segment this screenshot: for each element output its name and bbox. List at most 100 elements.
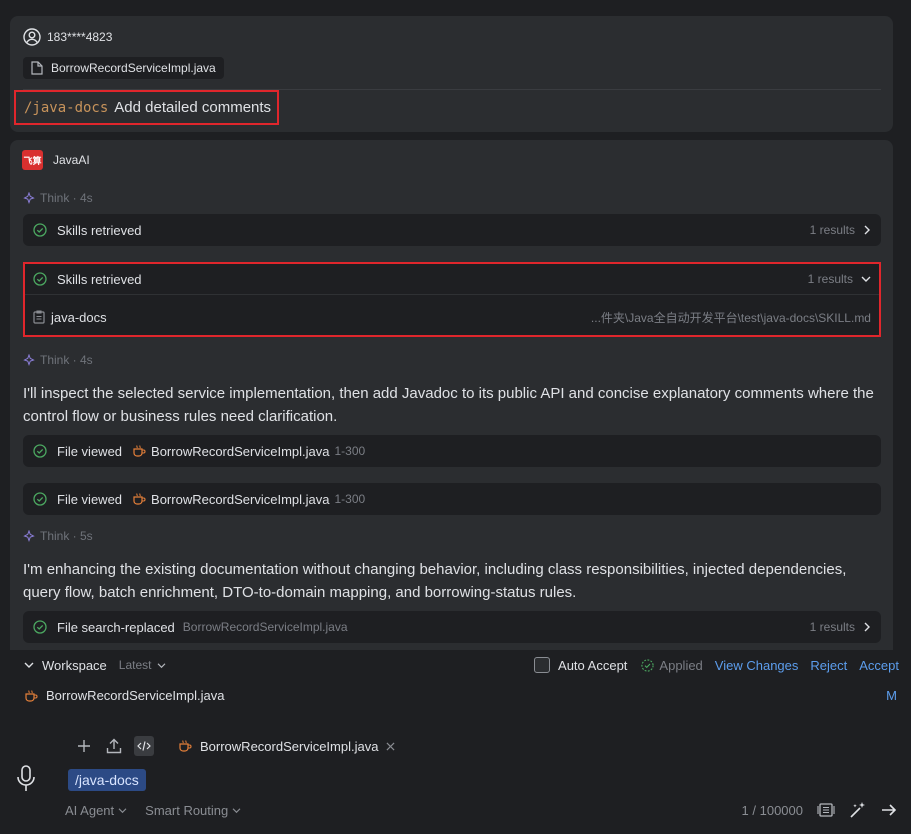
check-icon bbox=[33, 620, 47, 634]
auto-accept-toggle[interactable]: Auto Accept bbox=[534, 657, 627, 673]
file-viewed-row[interactable]: File viewed BorrowRecordServiceImpl.java… bbox=[23, 435, 881, 467]
skill-name: java-docs bbox=[51, 309, 107, 325]
ai-name: JavaAI bbox=[53, 153, 90, 167]
filter-label: Latest bbox=[118, 658, 152, 672]
ai-header: 飞算 JavaAI bbox=[22, 150, 90, 170]
java-file-icon bbox=[132, 444, 146, 458]
workspace-filter[interactable]: Latest bbox=[119, 658, 166, 672]
attached-file-chip[interactable]: BorrowRecordServiceImpl.java bbox=[23, 57, 224, 79]
reject-link[interactable]: Reject bbox=[810, 658, 847, 673]
check-icon bbox=[33, 223, 47, 237]
prompt-library-button[interactable] bbox=[817, 802, 835, 818]
slash-command-chip[interactable]: /java-docs bbox=[68, 769, 146, 791]
check-icon bbox=[33, 492, 47, 506]
action-label: File viewed bbox=[57, 491, 123, 507]
chevron-down-icon[interactable] bbox=[24, 661, 34, 669]
divider bbox=[25, 294, 879, 295]
send-button[interactable] bbox=[881, 803, 897, 817]
microphone-button[interactable] bbox=[14, 764, 38, 794]
action-label: File viewed bbox=[57, 443, 123, 459]
code-icon bbox=[137, 741, 151, 751]
upload-icon bbox=[106, 738, 122, 754]
changed-file-row[interactable]: BorrowRecordServiceImpl.java M bbox=[24, 688, 897, 703]
list-icon bbox=[817, 803, 835, 817]
skill-item[interactable]: java-docs ...件夹\Java全自动开发平台\test\java-do… bbox=[25, 300, 879, 334]
think-label: Think · 5s bbox=[40, 529, 93, 543]
file-name: BorrowRecordServiceImpl.java bbox=[151, 443, 330, 459]
file-viewed-row[interactable]: File viewed BorrowRecordServiceImpl.java… bbox=[23, 483, 881, 515]
chevron-down-icon bbox=[861, 275, 871, 283]
check-icon bbox=[641, 658, 655, 672]
skills-label: Skills retrieved bbox=[57, 222, 142, 238]
routing-dropdown[interactable]: Smart Routing bbox=[145, 803, 241, 818]
upload-button[interactable] bbox=[104, 736, 124, 756]
microphone-icon bbox=[17, 765, 35, 791]
think-indicator[interactable]: Think · 4s bbox=[23, 191, 93, 205]
skills-expanded-header[interactable]: Skills retrieved 1 results bbox=[25, 264, 879, 294]
chevron-right-icon bbox=[863, 622, 871, 632]
skills-retrieved-row[interactable]: Skills retrieved 1 results bbox=[23, 214, 881, 246]
user-info: 183****4823 bbox=[23, 28, 112, 46]
search-replace-row[interactable]: File search-replaced BorrowRecordService… bbox=[23, 611, 881, 643]
think-label: Think · 4s bbox=[40, 191, 93, 205]
attached-file-name: BorrowRecordServiceImpl.java bbox=[51, 61, 216, 75]
char-count: 1 / 100000 bbox=[741, 802, 803, 818]
chevron-right-icon bbox=[863, 225, 871, 235]
java-file-icon bbox=[24, 689, 38, 703]
enhance-prompt-button[interactable] bbox=[849, 801, 867, 819]
applied-label: Applied bbox=[659, 657, 703, 673]
plus-icon bbox=[78, 740, 90, 752]
java-file-icon bbox=[132, 492, 146, 506]
context-file-name: BorrowRecordServiceImpl.java bbox=[200, 738, 379, 754]
user-avatar-icon bbox=[23, 28, 41, 46]
java-file-icon bbox=[179, 740, 192, 752]
ai-paragraph: I'll inspect the selected service implem… bbox=[23, 385, 874, 425]
sparkle-icon bbox=[23, 354, 35, 366]
chevron-down-icon bbox=[118, 807, 127, 813]
check-icon bbox=[33, 444, 47, 458]
close-icon[interactable] bbox=[386, 741, 395, 751]
user-id: 183****4823 bbox=[47, 30, 113, 44]
chevron-down-icon bbox=[157, 662, 165, 668]
accept-link[interactable]: Accept bbox=[859, 658, 899, 673]
view-changes-link[interactable]: View Changes bbox=[715, 658, 799, 673]
sparkle-icon bbox=[23, 192, 35, 204]
user-prompt: /java-docs Add detailed comments bbox=[14, 90, 279, 125]
arrow-right-icon bbox=[882, 804, 897, 816]
think-indicator[interactable]: Think · 5s bbox=[23, 529, 93, 543]
code-context-button[interactable] bbox=[134, 736, 154, 756]
sparkle-icon bbox=[23, 530, 35, 542]
think-label: Think · 4s bbox=[40, 353, 93, 367]
document-icon bbox=[33, 310, 45, 324]
modified-badge: M bbox=[886, 688, 897, 703]
magic-wand-icon bbox=[850, 802, 865, 818]
add-context-button[interactable] bbox=[74, 736, 94, 756]
line-range: 1-300 bbox=[334, 492, 366, 506]
auto-accept-checkbox[interactable] bbox=[534, 657, 551, 673]
slash-command: /java-docs bbox=[24, 99, 109, 116]
routing-label: Smart Routing bbox=[145, 802, 229, 818]
applied-status: Applied bbox=[641, 657, 703, 673]
auto-accept-label: Auto Accept bbox=[558, 657, 628, 673]
workspace-bar: Workspace Latest Auto Accept Applied Vie… bbox=[24, 656, 899, 674]
skill-path: ...件夹\Java全自动开发平台\test\java-docs\SKILL.m… bbox=[590, 310, 871, 325]
skills-label: Skills retrieved bbox=[57, 271, 142, 287]
check-icon bbox=[33, 272, 47, 286]
workspace-title[interactable]: Workspace bbox=[42, 658, 107, 673]
action-label: File search-replaced bbox=[57, 619, 175, 635]
line-range: 1-300 bbox=[334, 444, 366, 458]
results-count: 1 results bbox=[809, 620, 855, 634]
javaai-logo-icon: 飞算 bbox=[22, 150, 43, 170]
prompt-text: Add detailed comments bbox=[114, 99, 272, 116]
changed-file-name: BorrowRecordServiceImpl.java bbox=[46, 688, 225, 703]
think-indicator[interactable]: Think · 4s bbox=[23, 353, 93, 367]
chevron-down-icon bbox=[232, 807, 241, 813]
file-name: BorrowRecordServiceImpl.java bbox=[182, 620, 348, 634]
file-icon bbox=[31, 61, 43, 75]
search-replace-row-clip: File search-replaced BorrowRecordService… bbox=[23, 611, 881, 643]
agent-mode-label: AI Agent bbox=[65, 802, 115, 818]
results-count: 1 results bbox=[809, 223, 855, 237]
input-toolbar: BorrowRecordServiceImpl.java bbox=[74, 736, 395, 756]
context-file-chip[interactable]: BorrowRecordServiceImpl.java bbox=[178, 739, 395, 754]
agent-mode-dropdown[interactable]: AI Agent bbox=[65, 803, 127, 818]
